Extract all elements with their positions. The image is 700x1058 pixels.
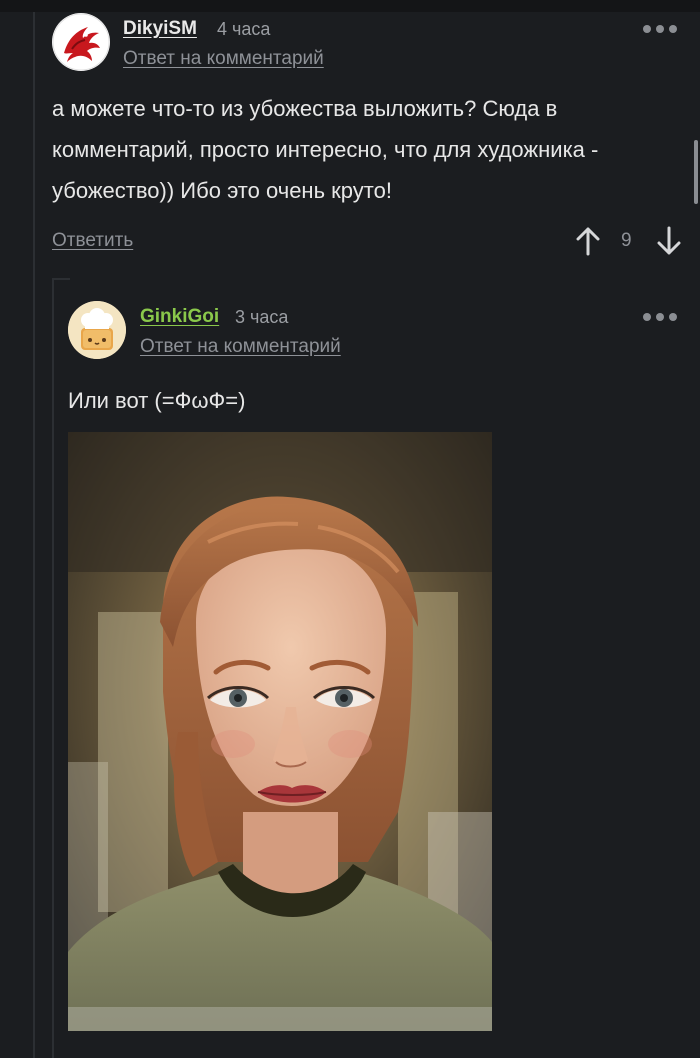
- comments-page: DikyiSM 4 часа Ответ на комментарий а мо…: [0, 0, 700, 1058]
- comment-author[interactable]: DikyiSM: [123, 18, 197, 40]
- more-options-icon[interactable]: [643, 313, 677, 321]
- comment-text-line: комментарий, просто интересно, что для х…: [52, 137, 599, 162]
- comment-time: 4 часа: [217, 19, 271, 39]
- reply-to-comment-link[interactable]: Ответ на комментарий: [140, 336, 341, 358]
- chef-hat-toast-icon: [68, 301, 126, 359]
- avatar[interactable]: [68, 301, 126, 359]
- thread-line[interactable]: [33, 12, 35, 1058]
- downvote-arrow-icon[interactable]: [655, 226, 683, 256]
- upvote-arrow-icon[interactable]: [574, 226, 602, 256]
- comment-author[interactable]: GinkiGoi: [140, 306, 219, 328]
- reply-to-comment-link[interactable]: Ответ на комментарий: [123, 48, 324, 70]
- answer-button[interactable]: Ответить: [52, 230, 133, 252]
- comment-image[interactable]: [68, 432, 492, 1031]
- portrait-painting: [68, 432, 492, 1031]
- avatar[interactable]: [52, 13, 110, 71]
- red-dragon-icon: [52, 13, 110, 71]
- comment-text-line: а можете что-то из убожества выложить? С…: [52, 96, 558, 121]
- comment-text: Или вот (=ФωФ=): [68, 388, 246, 413]
- rating-count: 9: [621, 230, 632, 251]
- more-options-icon[interactable]: [643, 25, 677, 33]
- reply-connector: [52, 278, 70, 280]
- scrollbar[interactable]: [694, 140, 698, 204]
- top-band: [0, 0, 700, 12]
- comment-time: 3 часа: [235, 307, 289, 327]
- reply-thread-line[interactable]: [52, 278, 54, 1058]
- comment-text: а можете что-то из убожества выложить? С…: [52, 88, 692, 211]
- comment-text-line: убожество)) Ибо это очень круто!: [52, 178, 392, 203]
